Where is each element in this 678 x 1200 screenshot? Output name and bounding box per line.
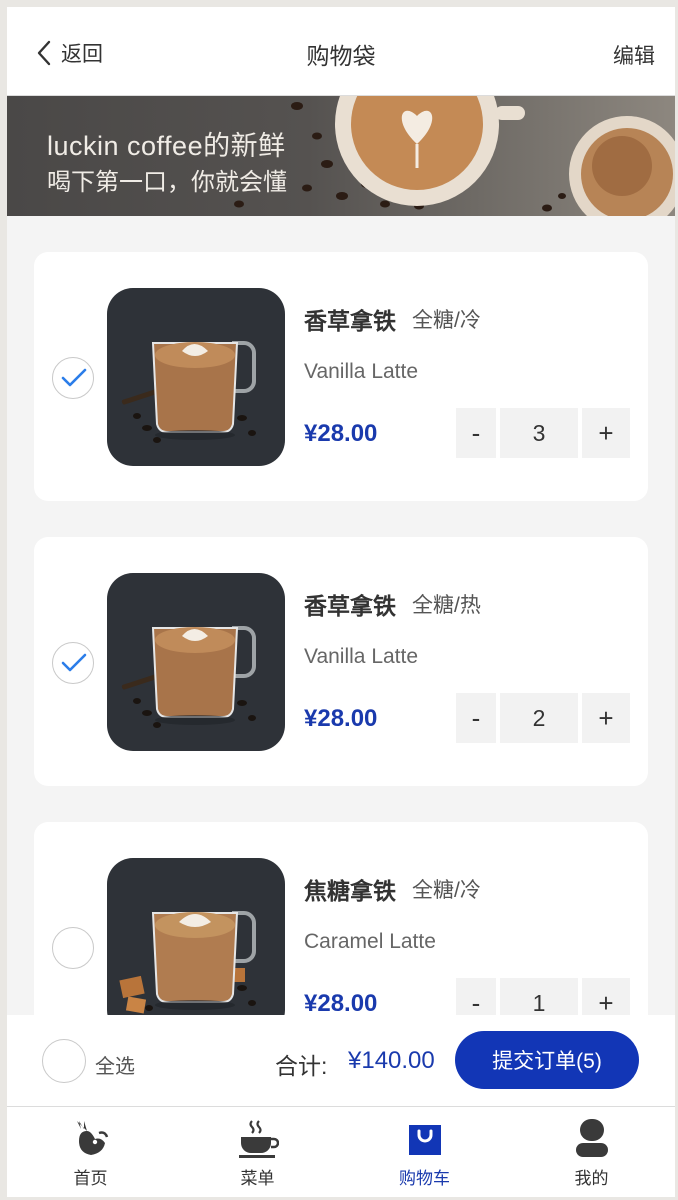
tab-label: 购物车 [399,1169,450,1188]
quantity-stepper: - 3 + [456,408,630,458]
screen: 返回 购物袋 编辑 luckin coffee的新鲜 喝下第一口，你就会懂 香草… [7,7,675,1197]
banner-subline: 喝下第一口，你就会懂 [47,169,287,196]
quantity-stepper: - 2 + [456,693,630,743]
checkmark-icon [61,653,87,672]
shopping-bag-icon [408,1125,441,1155]
bottom-tabbar: 首页 菜单 购物车 我的 [7,1107,675,1197]
total-price: ¥140.00 [348,1047,435,1074]
total-label: 合计: [275,1053,328,1079]
product-en-name: Vanilla Latte [304,360,419,383]
checkout-bar: 全选 合计: ¥140.00 提交订单(5) [7,1015,675,1107]
product-name[interactable]: 香草拿铁 [304,302,396,336]
edit-button[interactable]: 编辑 [613,40,655,70]
banner-headline: luckin coffee的新鲜 [47,131,286,161]
tab-menu[interactable]: 菜单 [174,1107,341,1197]
increase-button[interactable]: + [582,408,630,458]
tab-profile[interactable]: 我的 [508,1107,675,1197]
coffee-cup-icon [238,1120,279,1158]
deer-logo-icon [76,1121,108,1155]
checkmark-icon [61,368,87,387]
vanilla-latte-image [107,573,285,751]
product-en-name: Caramel Latte [304,930,436,953]
user-icon [575,1119,608,1157]
product-spec: 全糖/热 [412,594,481,617]
decrease-button[interactable]: - [456,408,496,458]
product-price: ¥28.00 [304,420,378,447]
quantity-value: 2 [500,693,578,743]
promo-banner[interactable]: luckin coffee的新鲜 喝下第一口，你就会懂 [7,96,675,216]
tab-home[interactable]: 首页 [7,1107,174,1197]
item-checkbox[interactable] [52,927,94,969]
select-all-label[interactable]: 全选 [95,1050,135,1079]
header: 返回 购物袋 编辑 [7,7,675,96]
product-spec: 全糖/冷 [412,879,481,902]
tab-cart[interactable]: 购物车 [341,1107,508,1197]
select-all-checkbox[interactable] [42,1039,86,1083]
tab-label: 首页 [73,1169,108,1188]
cart-item: 香草拿铁 全糖/热 Vanilla Latte ¥28.00 - 2 + [34,537,648,786]
item-checkbox[interactable] [52,642,94,684]
cart-item: 香草拿铁 全糖/冷 Vanilla Latte ¥28.00 - 3 + [34,252,648,501]
product-price: ¥28.00 [304,990,378,1017]
product-image[interactable] [107,858,285,1036]
product-image[interactable] [107,573,285,751]
increase-button[interactable]: + [582,693,630,743]
page-title: 购物袋 [306,43,376,69]
product-spec: 全糖/冷 [412,309,481,332]
submit-order-button[interactable]: 提交订单(5) [455,1031,639,1089]
decrease-button[interactable]: - [456,693,496,743]
caramel-latte-image [107,858,285,1036]
product-name[interactable]: 香草拿铁 [304,587,396,621]
vanilla-latte-image [107,288,285,466]
product-en-name: Vanilla Latte [304,645,419,668]
product-name[interactable]: 焦糖拿铁 [304,872,396,906]
product-price: ¥28.00 [304,705,378,732]
tab-label: 我的 [574,1169,609,1188]
quantity-value: 3 [500,408,578,458]
tab-label: 菜单 [240,1169,275,1188]
item-checkbox[interactable] [52,357,94,399]
product-image[interactable] [107,288,285,466]
